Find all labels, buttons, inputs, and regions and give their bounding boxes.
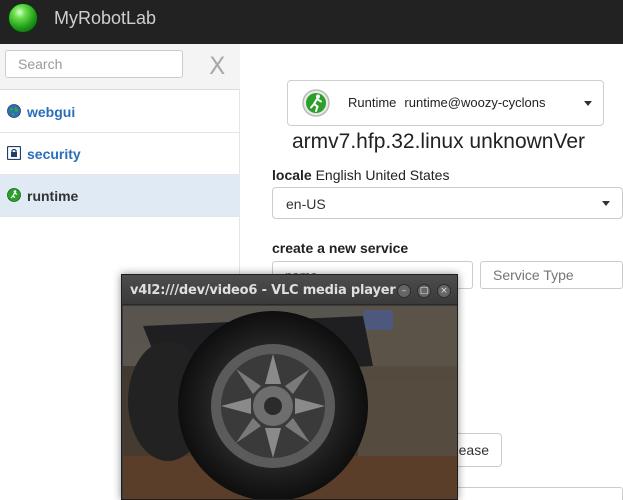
lock-icon	[7, 146, 21, 160]
locale-dropdown[interactable]: en-US	[272, 187, 623, 219]
vlc-titlebar[interactable]: v4l2:///dev/video6 - VLC media player – …	[122, 275, 457, 305]
video-box	[363, 310, 393, 330]
search-input[interactable]	[5, 50, 183, 78]
maximize-icon[interactable]: □	[417, 284, 431, 298]
sidebar-item-label: security	[27, 146, 81, 162]
runtime-selector[interactable]: Runtime runtime@woozy-cyclons	[287, 80, 604, 126]
minimize-icon[interactable]: –	[397, 284, 411, 298]
create-service-heading: create a new service	[272, 240, 409, 256]
top-navbar: MyRobotLab	[0, 0, 623, 44]
clear-search-button[interactable]: X	[209, 54, 225, 78]
runtime-name: runtime@woozy-cyclons	[404, 95, 546, 110]
sidebar-item-runtime[interactable]: runtime	[0, 175, 240, 217]
sidebar-item-label: webgui	[27, 104, 76, 120]
video-hub-center	[264, 397, 282, 415]
close-icon[interactable]: ×	[437, 284, 451, 298]
locale-selected: en-US	[286, 196, 326, 212]
sidebar-item-security[interactable]: security	[0, 133, 240, 175]
locale-label: locale English United States	[272, 167, 449, 183]
runtime-icon	[302, 89, 330, 117]
platform-version: armv7.hfp.32.linux unknownVer	[292, 130, 586, 153]
service-type-input[interactable]	[480, 261, 623, 289]
sidebar-item-label: runtime	[27, 188, 79, 204]
locale-value: English United States	[315, 167, 450, 183]
runtime-icon	[7, 188, 21, 202]
chevron-down-icon	[602, 201, 610, 206]
runtime-selector-text: Runtime runtime@woozy-cyclons	[348, 95, 546, 110]
globe-icon	[7, 104, 21, 118]
search-bar: X	[0, 44, 240, 90]
locale-heading: locale	[272, 167, 312, 183]
chevron-down-icon	[584, 101, 592, 106]
vlc-window[interactable]: v4l2:///dev/video6 - VLC media player – …	[121, 274, 458, 500]
myrobotlab-logo-icon[interactable]	[8, 3, 38, 33]
video-feed[interactable]	[123, 306, 457, 500]
app-title[interactable]: MyRobotLab	[54, 8, 156, 29]
sidebar-item-webgui[interactable]: webgui	[0, 91, 240, 133]
vlc-window-title: v4l2:///dev/video6 - VLC media player	[130, 283, 396, 298]
runtime-type: Runtime	[348, 95, 397, 110]
